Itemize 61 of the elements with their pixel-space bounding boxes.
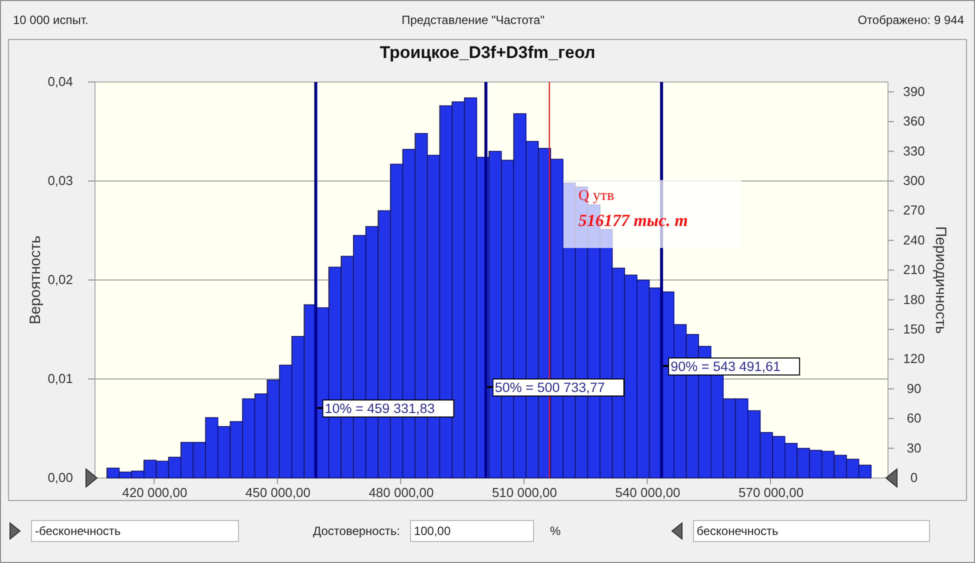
- histogram-bar: [772, 436, 786, 478]
- x-tick-label: 420 000,00: [122, 485, 188, 500]
- percentile-label: 50% = 500 733,77: [492, 378, 624, 396]
- x-tick-label: 540 000,00: [615, 485, 680, 500]
- x-tick-label: 480 000,00: [368, 485, 434, 500]
- y2-tick-label: 300: [903, 173, 925, 188]
- y2-tick-label: 390: [903, 84, 925, 99]
- y2-tick-label: 330: [903, 143, 925, 158]
- trials-count: 10 000 испыт.: [13, 13, 88, 27]
- y2-tick-label: 270: [903, 202, 925, 218]
- reference-value: 516177 тыс. т: [578, 211, 688, 230]
- x-tick-label: 510 000,00: [492, 485, 558, 500]
- certainty-field[interactable]: 100,00: [410, 520, 534, 542]
- chart-title: Троицкое_D3f+D3fm_геол: [378, 42, 596, 64]
- view-mode: Представление "Частота": [402, 13, 544, 27]
- histogram-bar: [156, 460, 169, 478]
- y2-tick-label: 240: [903, 232, 925, 248]
- y-tick-label: 0,00: [48, 470, 73, 485]
- percentile-label: 90% = 543 491,61: [668, 358, 800, 376]
- y2-tick-label: 0: [910, 470, 918, 485]
- right-bound-field[interactable]: бесконечность: [692, 520, 930, 542]
- y2-tick-label: 30: [906, 440, 922, 456]
- y-axis-label: Вероятность: [27, 236, 44, 324]
- histogram-bar: [809, 450, 822, 478]
- ref-line-label: 90% = 543 491,61: [670, 359, 781, 374]
- histogram-bar: [217, 426, 231, 478]
- y2-tick-label: 360: [903, 114, 925, 129]
- right-bound-handle-icon[interactable]: [670, 522, 683, 540]
- ref-line-label: 10% = 459 331,83: [324, 401, 435, 416]
- y2-tick-label: 120: [903, 351, 925, 366]
- y-tick-label: 0,01: [48, 371, 73, 386]
- right-slider-handle-icon[interactable]: [885, 468, 898, 488]
- y2-tick-label: 90: [906, 380, 922, 396]
- x-tick-label: 570 000,00: [738, 485, 804, 500]
- histogram-bar: [796, 448, 810, 478]
- y2-tick-label: 180: [903, 292, 925, 307]
- percentile-line[interactable]: [314, 82, 318, 478]
- percentile-label: 10% = 459 331,83: [322, 400, 454, 418]
- ref-line-label: 50% = 500 733,77: [494, 380, 605, 395]
- histogram-bar: [846, 458, 860, 478]
- y-tick-label: 0,04: [48, 74, 73, 89]
- histogram-bar: [858, 464, 872, 478]
- histogram-bar: [784, 442, 798, 478]
- y-tick-label: 0,02: [48, 272, 73, 287]
- histogram-bar: [230, 421, 243, 478]
- shown-count: Отображено: 9 944: [858, 13, 964, 27]
- y2-axis-label: Периодичность: [932, 226, 949, 334]
- histogram-bar: [821, 450, 835, 478]
- histogram-bar: [834, 454, 847, 478]
- y2-tick-label: 150: [903, 322, 925, 336]
- left-bound-handle-icon[interactable]: [9, 522, 21, 540]
- percent-sign: %: [550, 524, 561, 538]
- left-slider-handle-icon[interactable]: [86, 468, 98, 488]
- left-bound-field[interactable]: -бесконечность: [31, 520, 239, 542]
- percentile-line[interactable]: [484, 82, 488, 478]
- x-tick-label: 450 000,00: [245, 485, 310, 500]
- y-tick-label: 0,03: [48, 173, 73, 188]
- y2-tick-label: 60: [906, 410, 922, 426]
- certainty-label: Достоверность:: [313, 524, 400, 538]
- reference-label: Q утв: [578, 188, 614, 204]
- y2-tick-label: 210: [903, 262, 925, 278]
